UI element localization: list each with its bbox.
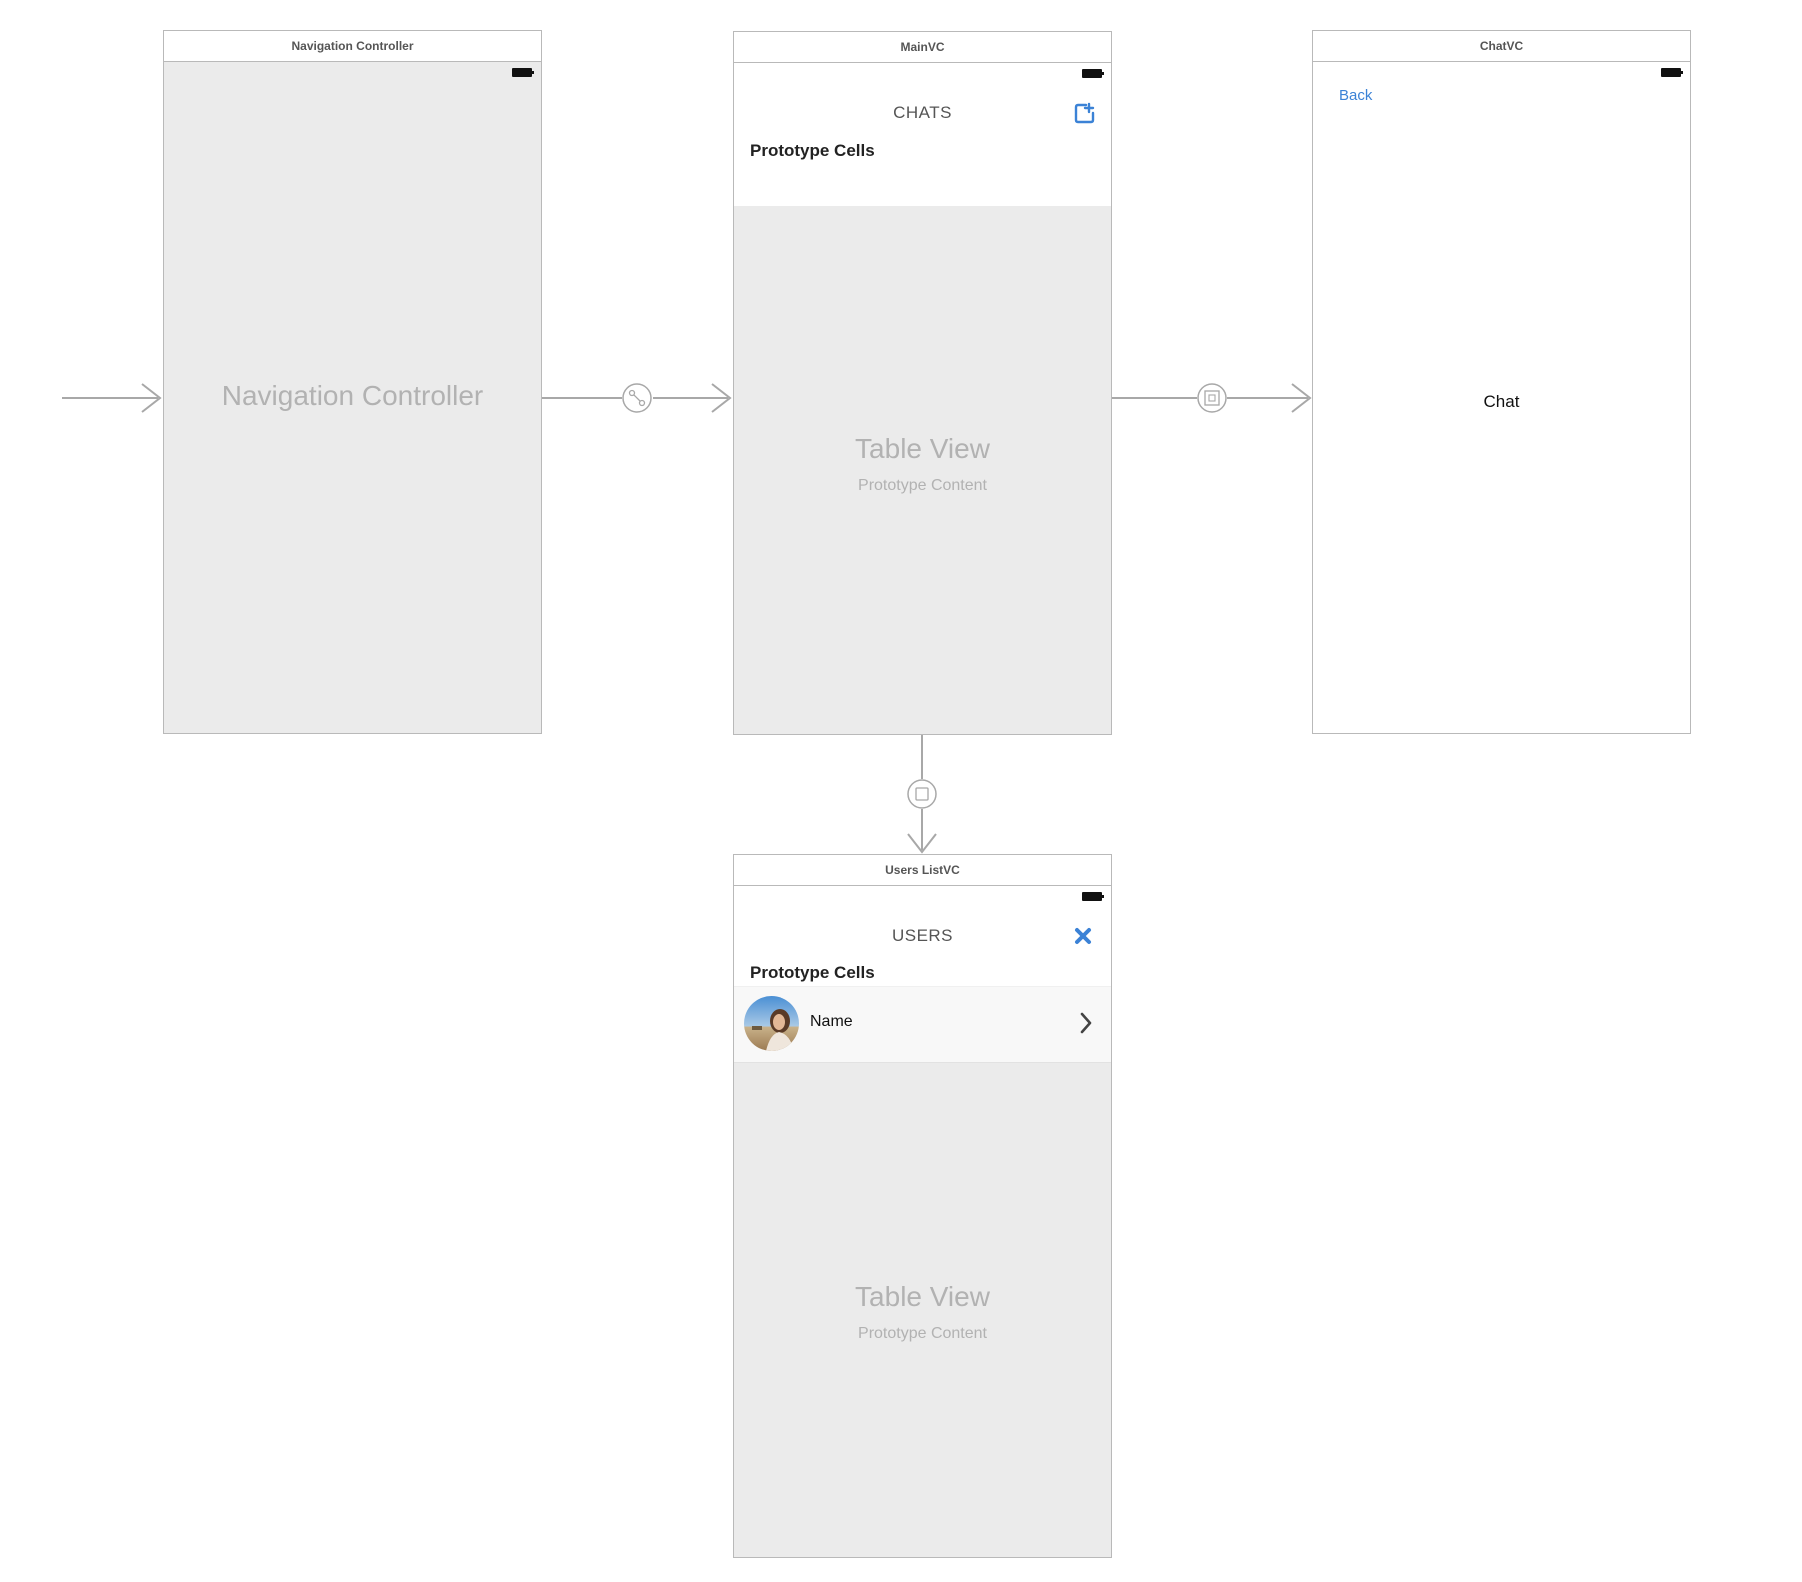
show-segue-icon[interactable] [1197, 383, 1227, 413]
compose-icon[interactable] [1074, 102, 1096, 124]
scene-title: Navigation Controller [164, 31, 541, 62]
users-list-vc-scene[interactable]: Users ListVC USERS Prototype Cells Name … [733, 854, 1112, 1558]
table-view-subtitle: Prototype Content [858, 1325, 987, 1342]
main-vc-scene[interactable]: MainVC CHATS Prototype Cells Table View … [733, 31, 1112, 735]
back-button[interactable]: Back [1339, 87, 1372, 104]
battery-icon [1661, 68, 1683, 77]
table-view-title: Table View [855, 433, 990, 464]
chat-vc-screen: Back Chat [1313, 62, 1690, 733]
relationship-segue-icon[interactable] [622, 383, 652, 413]
close-icon[interactable] [1074, 927, 1092, 945]
users-list-vc-screen: USERS Prototype Cells Name Table View Pr… [734, 886, 1111, 1557]
navigation-controller-placeholder: Navigation Controller [221, 380, 484, 411]
navigation-controller-scene[interactable]: Navigation Controller Navigation Control… [163, 30, 542, 734]
battery-icon [1082, 69, 1104, 78]
nav-title: CHATS [893, 103, 952, 122]
nav-bar-area [734, 63, 1111, 206]
user-name-label: Name [810, 1013, 853, 1030]
battery-icon [512, 68, 534, 77]
present-modally-segue-icon[interactable] [907, 779, 937, 809]
user-cell[interactable]: Name [734, 986, 1111, 1063]
navigation-controller-screen: Navigation Controller [164, 62, 541, 733]
prototype-cells-label: Prototype Cells [750, 963, 875, 982]
table-view-title: Table View [855, 1281, 990, 1312]
chat-vc-scene[interactable]: ChatVC Back Chat [1312, 30, 1691, 734]
chevron-right-icon [1080, 1012, 1092, 1034]
prototype-cells-label: Prototype Cells [750, 141, 875, 160]
table-view-subtitle: Prototype Content [858, 477, 987, 494]
chat-label: Chat [1483, 392, 1520, 411]
main-vc-screen: CHATS Prototype Cells Table View Prototy… [734, 63, 1111, 734]
scene-title: ChatVC [1313, 31, 1690, 62]
scene-title: Users ListVC [734, 855, 1111, 886]
scene-title: MainVC [734, 32, 1111, 63]
user-avatar [744, 996, 799, 1051]
nav-title: USERS [891, 926, 954, 945]
battery-icon [1082, 892, 1104, 901]
